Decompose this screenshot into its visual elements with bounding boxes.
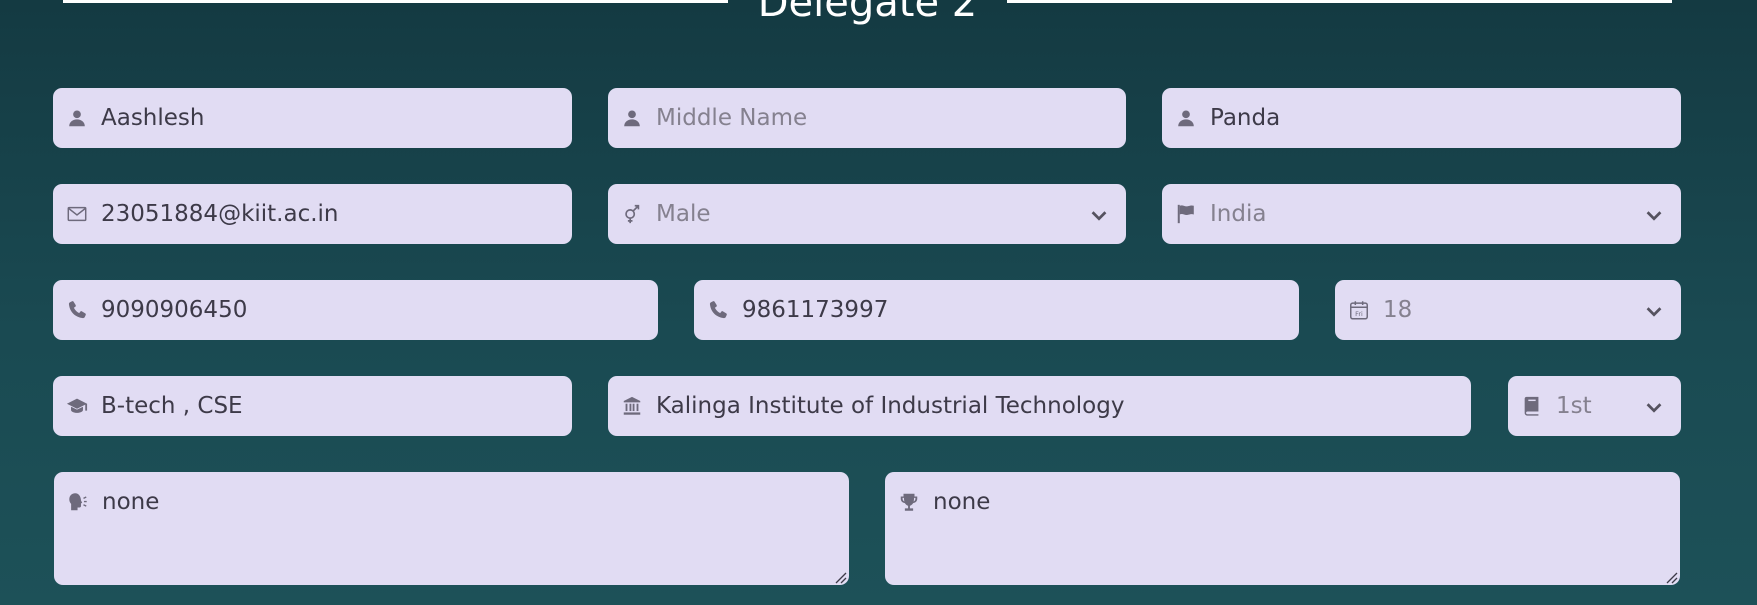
phone-value[interactable]: 9090906450 bbox=[101, 280, 608, 340]
speaking-head-icon bbox=[66, 490, 90, 514]
age-selected[interactable]: 18 bbox=[1383, 280, 1631, 340]
book-icon bbox=[1520, 394, 1544, 418]
institution-value[interactable]: Kalinga Institute of Industrial Technolo… bbox=[656, 376, 1421, 436]
country-select[interactable]: India bbox=[1162, 184, 1681, 244]
chevron-down-icon[interactable] bbox=[1088, 204, 1110, 226]
first-name-field[interactable]: Aashlesh bbox=[53, 88, 572, 148]
chevron-down-icon[interactable] bbox=[1643, 300, 1665, 322]
gender-selected[interactable]: Male bbox=[656, 184, 1076, 244]
achievements-textarea[interactable]: none bbox=[885, 472, 1680, 585]
last-name-field[interactable]: Panda bbox=[1162, 88, 1681, 148]
phone-icon bbox=[65, 298, 89, 322]
gender-icon bbox=[620, 202, 644, 226]
user-icon bbox=[620, 106, 644, 130]
institution-field[interactable]: Kalinga Institute of Industrial Technolo… bbox=[608, 376, 1471, 436]
chevron-down-icon[interactable] bbox=[1643, 204, 1665, 226]
chevron-down-icon[interactable] bbox=[1643, 396, 1665, 418]
country-selected[interactable]: India bbox=[1210, 184, 1631, 244]
calendar-icon: Fri bbox=[1347, 298, 1371, 322]
user-icon bbox=[1174, 106, 1198, 130]
course-field[interactable]: B-tech , CSE bbox=[53, 376, 572, 436]
speaker-experience-value[interactable]: none bbox=[102, 472, 799, 532]
phone-field[interactable]: 9090906450 bbox=[53, 280, 658, 340]
email-value[interactable]: 23051884@kiit.ac.in bbox=[101, 184, 522, 244]
email-field[interactable]: 23051884@kiit.ac.in bbox=[53, 184, 572, 244]
achievements-value[interactable]: none bbox=[933, 472, 1630, 532]
middle-name-placeholder[interactable]: Middle Name bbox=[656, 88, 1076, 148]
course-value[interactable]: B-tech , CSE bbox=[101, 376, 522, 436]
user-icon bbox=[65, 106, 89, 130]
resize-handle[interactable] bbox=[833, 569, 847, 584]
resize-handle[interactable] bbox=[1664, 569, 1678, 584]
svg-text:Fri: Fri bbox=[1355, 310, 1363, 318]
age-select[interactable]: Fri 18 bbox=[1335, 280, 1681, 340]
gender-select[interactable]: Male bbox=[608, 184, 1126, 244]
last-name-value[interactable]: Panda bbox=[1210, 88, 1631, 148]
phone-icon bbox=[706, 298, 730, 322]
heading-divider-left bbox=[63, 0, 728, 3]
flag-icon bbox=[1174, 202, 1198, 226]
year-selected[interactable]: 1st bbox=[1556, 376, 1631, 436]
envelope-icon bbox=[65, 202, 89, 226]
whatsapp-value[interactable]: 9861173997 bbox=[742, 280, 1249, 340]
delegate-heading: Delegate 2 bbox=[757, 0, 978, 26]
middle-name-field[interactable]: Middle Name bbox=[608, 88, 1126, 148]
year-select[interactable]: 1st bbox=[1508, 376, 1681, 436]
delegate-heading-row: Delegate 2 bbox=[0, 0, 1757, 30]
graduation-cap-icon bbox=[65, 394, 89, 418]
trophy-icon bbox=[897, 490, 921, 514]
speaker-experience-textarea[interactable]: none bbox=[54, 472, 849, 585]
institution-icon bbox=[620, 394, 644, 418]
first-name-value[interactable]: Aashlesh bbox=[101, 88, 522, 148]
heading-divider-right bbox=[1007, 0, 1672, 3]
whatsapp-field[interactable]: 9861173997 bbox=[694, 280, 1299, 340]
